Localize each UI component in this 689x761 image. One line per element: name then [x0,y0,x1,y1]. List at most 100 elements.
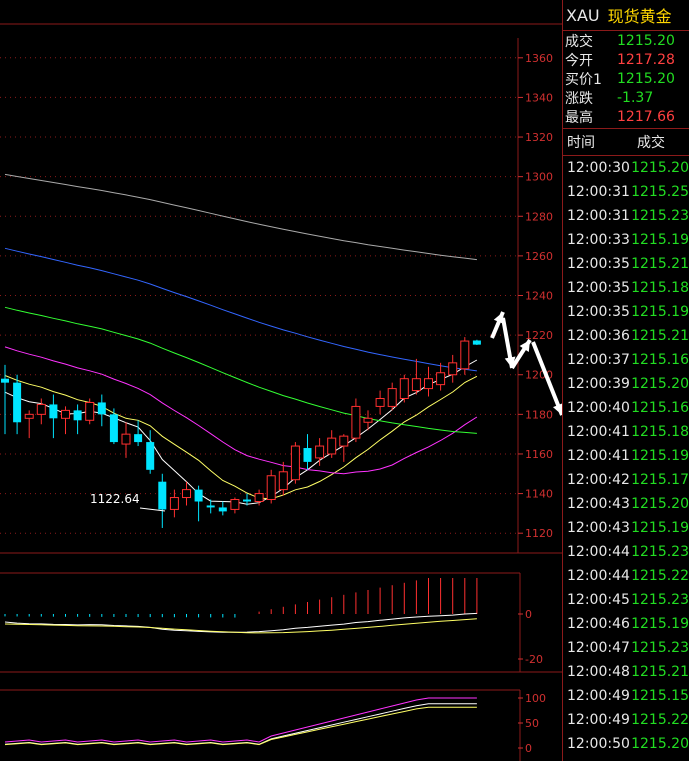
tick-row: 12:00:43 1215.20 [563,492,689,516]
candle [218,501,227,516]
candle [109,408,118,445]
macd-dea-line [4,618,477,634]
tick-price: 1215.18 [631,424,689,440]
tick-row: 12:00:49 1215.15 [563,684,689,708]
tick-row: 12:00:44 1215.23 [563,540,689,564]
kdj-tick-label: 0 [525,742,532,755]
tick-time: 12:00:40 [567,400,630,416]
candle [375,390,385,415]
quote-label: 最高 [565,109,593,126]
tick-price: 1215.20 [631,376,689,392]
tick-price: 1215.23 [631,640,689,656]
tick-price: 1215.19 [631,232,689,248]
tick-row: 12:00:35 1215.21 [563,252,689,276]
price-tick-label: 1260 [525,250,553,263]
candle [387,382,397,411]
tick-price: 1215.23 [631,208,689,224]
kdj-tick-label: 100 [525,692,546,705]
tick-price: 1215.23 [631,544,689,560]
kline-chart-area[interactable]: 1360134013201300128012601240122012001180… [0,0,562,761]
tick-price: 1215.19 [631,304,689,320]
symbol-code: XAU [566,5,600,25]
price-tick-label: 1240 [525,290,553,303]
tick-time: 12:00:35 [567,280,630,296]
moving-average-lines [4,173,478,505]
tick-price: 1215.22 [631,568,689,584]
candle [194,485,203,522]
low-price-marker: 1122.64 [90,492,166,512]
tick-time: 12:00:43 [567,520,630,536]
tick-price: 1215.18 [631,280,689,296]
tick-list[interactable]: 12:00:30 1215.20 12:00:31 1215.25 12:00:31 12… [563,156,689,756]
quote-side-panel: XAU 现货黄金 成交 1215.20 今开 1217.28 买价1 1215.20 涨跌 -… [562,0,689,761]
price-tick-label: 1360 [525,52,553,65]
quote-label: 今开 [565,52,593,69]
tick-row: 12:00:30 1215.20 [563,156,689,180]
tick-row: 12:00:35 1215.18 [563,276,689,300]
tick-price: 1215.16 [631,352,689,368]
candle [327,430,337,458]
tick-time: 12:00:44 [567,544,630,560]
candle [169,489,179,518]
tick-row: 12:00:48 1215.21 [563,660,689,684]
tick-price: 1215.19 [631,616,689,632]
candle [339,434,349,462]
candle [266,469,276,504]
macd-tick-label: -20 [525,653,543,666]
tick-time: 12:00:30 [567,160,630,176]
tick-row: 12:00:36 1215.21 [563,324,689,348]
tick-row: 12:00:43 1215.19 [563,516,689,540]
tick-time: 12:00:45 [567,592,630,608]
quote-value: -1.37 [617,89,654,106]
tick-time: 12:00:35 [567,304,630,320]
tick-price: 1215.22 [631,712,689,728]
tick-time: 12:00:44 [567,568,630,584]
candle [448,354,458,383]
candle [472,339,481,346]
tick-time: 12:00:37 [567,352,630,368]
tick-header-time: 时间 [567,135,595,151]
ma60-line [4,247,477,372]
tick-row: 12:00:39 1215.20 [563,372,689,396]
quote-value: 1215.20 [617,32,675,49]
tick-row: 12:00:46 1215.19 [563,612,689,636]
price-tick-label: 1180 [525,408,553,421]
price-tick-label: 1300 [525,171,553,184]
tick-row: 12:00:31 1215.23 [563,204,689,228]
candle [73,404,82,435]
tick-time: 12:00:39 [567,376,630,392]
macd-panel: 0 -20 [4,578,543,666]
tick-price: 1215.21 [631,328,689,344]
tick-time: 12:00:41 [567,448,630,464]
tick-price: 1215.17 [631,472,689,488]
tick-time: 12:00:31 [567,184,630,200]
candle [290,442,300,484]
candle [49,394,58,439]
candle [303,434,312,470]
quote-label: 涨跌 [565,90,593,107]
tick-price: 1215.19 [631,448,689,464]
candle [85,398,95,425]
candle [36,398,46,425]
kdj-d-line [4,706,477,746]
tick-time: 12:00:41 [567,424,630,440]
tick-price: 1215.23 [631,592,689,608]
tick-row: 12:00:40 1215.16 [563,396,689,420]
tick-row: 12:00:44 1215.22 [563,564,689,588]
candle [121,422,131,458]
tick-time: 12:00:35 [567,256,630,272]
tick-row: 12:00:47 1215.23 [563,636,689,660]
tick-price: 1215.20 [631,160,689,176]
quote-row: 成交 1215.20 [563,31,689,50]
tick-price: 1215.15 [631,688,689,704]
candle [134,420,143,447]
tick-row: 12:00:50 1215.20 [563,732,689,756]
quote-row: 涨跌 -1.37 [563,88,689,107]
price-tick-label: 1160 [525,448,553,461]
kdj-k-line [4,703,477,745]
tick-time: 12:00:36 [567,328,630,344]
tick-time: 12:00:49 [567,712,630,728]
candle [182,481,191,506]
tick-time: 12:00:50 [567,736,630,752]
quote-row: 今开 1217.28 [563,50,689,69]
